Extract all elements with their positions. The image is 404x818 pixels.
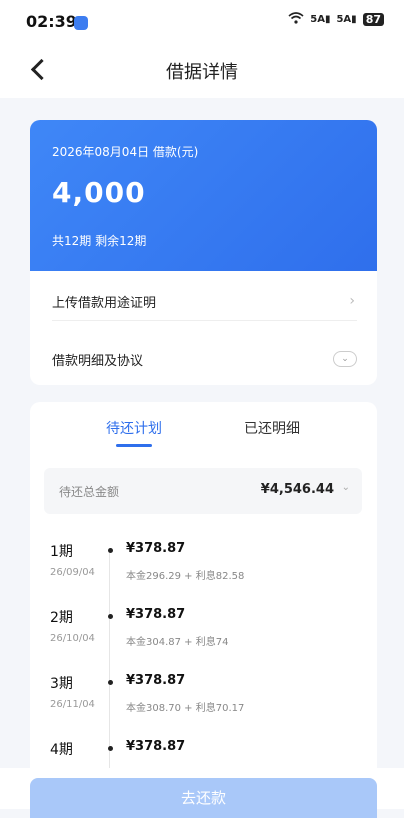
tab-paid-details[interactable]: 已还明细 (244, 418, 300, 438)
timeline-dot-icon (108, 548, 113, 553)
chevron-down-icon: ⌄ (341, 482, 350, 493)
period-detail: 本金308.70 + 利息70.17 (126, 703, 245, 714)
repayment-plan-card: 待还计划 已还明细 待还总金额 ¥4,546.44 ⌄ 1期 26/09/04 … (30, 402, 377, 809)
period-name: 2期 (50, 610, 73, 626)
loan-summary-card: 2026年08月04日 借款(元) 4,000 共12期 剩余12期 上传借款用… (30, 120, 377, 385)
period-date: 26/09/04 (50, 567, 95, 578)
period-name: 4期 (50, 742, 73, 758)
nav-bar: 借据详情 (0, 44, 404, 98)
period-detail: 本金304.87 + 利息74 (126, 637, 229, 648)
period-item: 1期 26/09/04 ¥378.87 本金296.29 + 利息82.58 (30, 539, 377, 601)
timeline-dot-icon (108, 614, 113, 619)
total-due-box[interactable]: 待还总金额 ¥4,546.44 ⌄ (44, 468, 362, 514)
timeline-dot-icon (108, 680, 113, 685)
period-amount: ¥378.87 (126, 607, 186, 622)
app-notification-icon (74, 16, 88, 30)
wifi-icon (288, 12, 304, 27)
period-item: 3期 26/11/04 ¥378.87 本金308.70 + 利息70.17 (30, 671, 377, 733)
loan-detail-row[interactable]: 借款明细及协议 ⌄ (52, 338, 357, 378)
loan-detail-label: 借款明细及协议 (52, 354, 144, 369)
page-title: 借据详情 (166, 62, 238, 83)
status-bar: 02:39 5A▮ 5A▮ 87 (0, 0, 404, 44)
status-indicators: 5A▮ 5A▮ 87 (288, 12, 384, 27)
period-amount: ¥378.87 (126, 541, 186, 556)
bottom-bar: 去还款 (0, 768, 404, 818)
total-due-value: ¥4,546.44 (260, 482, 334, 497)
battery-icon: 87 (362, 13, 384, 26)
active-tab-indicator (116, 444, 152, 447)
chevron-down-icon[interactable]: ⌄ (333, 351, 357, 367)
status-time: 02:39 (26, 12, 77, 31)
tab-pending-plan[interactable]: 待还计划 (106, 418, 162, 438)
loan-banner: 2026年08月04日 借款(元) 4,000 共12期 剩余12期 (30, 120, 377, 271)
period-name: 3期 (50, 676, 73, 692)
period-amount: ¥378.87 (126, 739, 186, 754)
period-detail: 本金296.29 + 利息82.58 (126, 571, 245, 582)
chevron-right-icon: › (349, 293, 355, 309)
loan-term: 共12期 剩余12期 (52, 234, 147, 248)
loan-amount: 4,000 (52, 176, 146, 209)
loan-date-label: 2026年08月04日 借款(元) (52, 145, 199, 159)
repay-button[interactable]: 去还款 (30, 778, 377, 818)
upload-proof-row[interactable]: 上传借款用途证明 › (52, 280, 357, 321)
period-name: 1期 (50, 544, 73, 560)
period-amount: ¥378.87 (126, 673, 186, 688)
signal-icon: 5A▮ (310, 14, 331, 25)
period-date: 26/11/04 (50, 699, 95, 710)
upload-proof-label: 上传借款用途证明 (52, 296, 157, 311)
total-due-label: 待还总金额 (59, 485, 120, 499)
timeline-dot-icon (108, 746, 113, 751)
period-item: 2期 26/10/04 ¥378.87 本金304.87 + 利息74 (30, 605, 377, 667)
signal-icon-2: 5A▮ (336, 14, 357, 25)
period-date: 26/10/04 (50, 633, 95, 644)
